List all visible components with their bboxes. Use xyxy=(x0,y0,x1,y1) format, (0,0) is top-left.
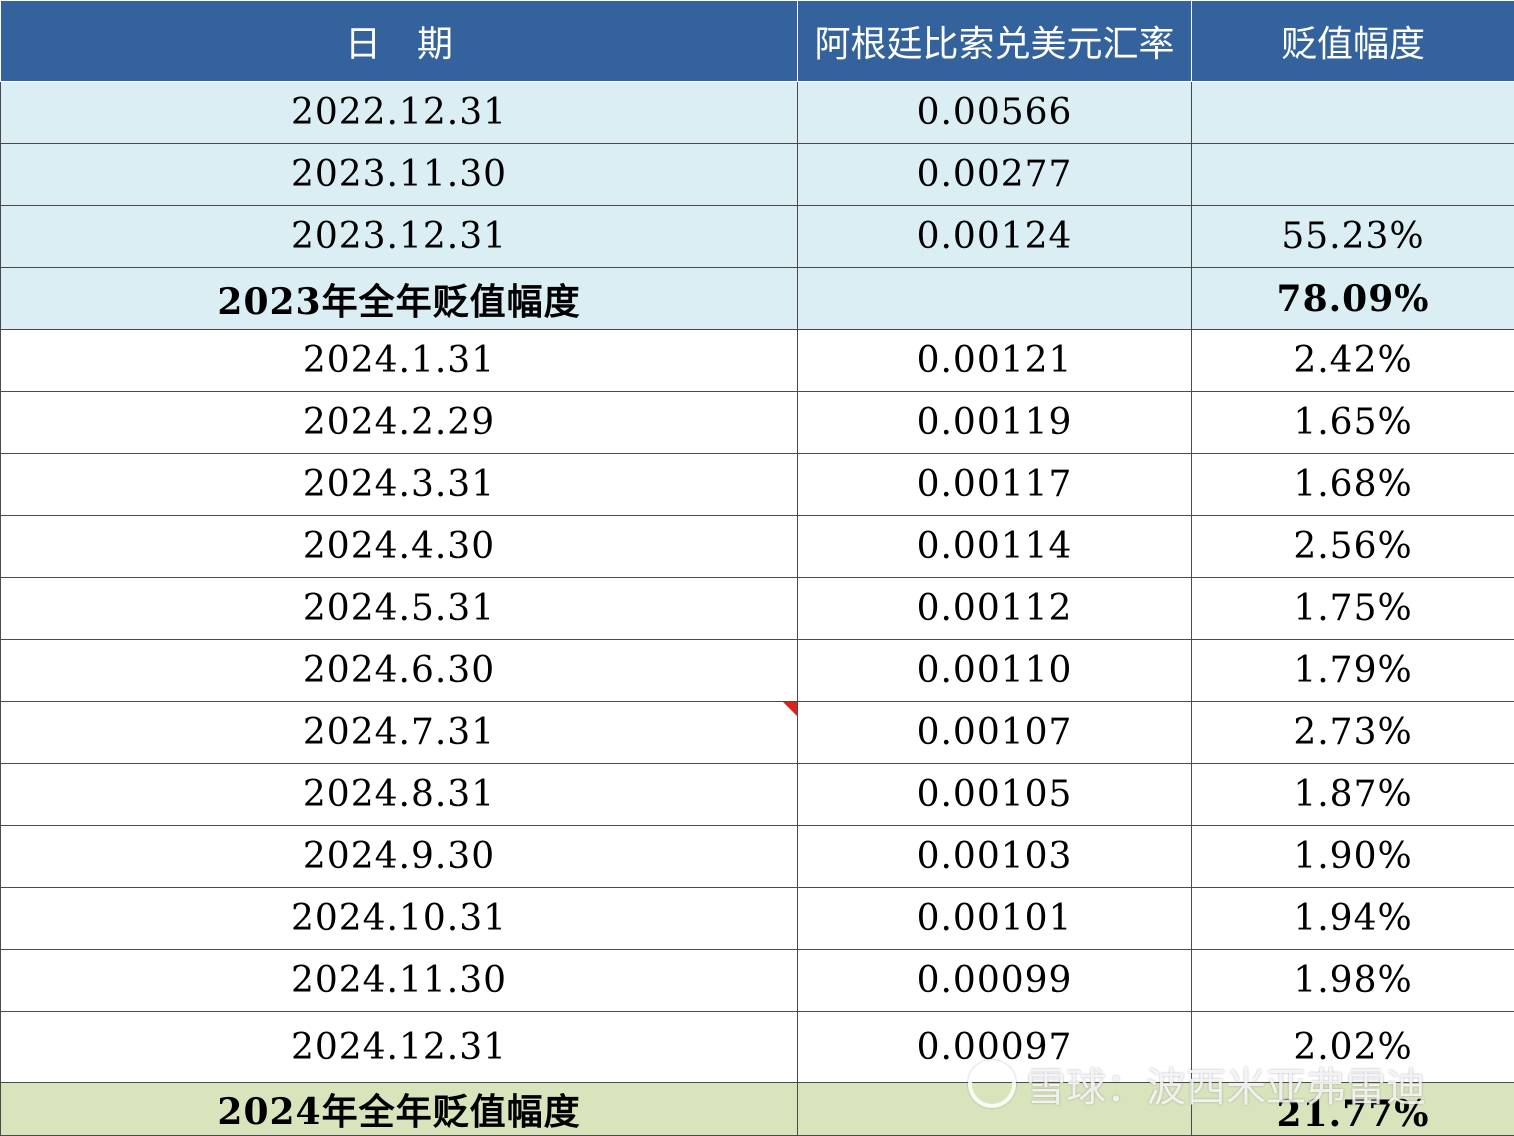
rate-cell[interactable]: 0.00114 xyxy=(798,516,1192,578)
table-row: 2024.6.30 0.00110 1.79% xyxy=(1,640,1514,702)
depreciation-cell[interactable]: 2.56% xyxy=(1192,516,1514,578)
rate-cell[interactable]: 0.00121 xyxy=(798,330,1192,392)
rate-cell[interactable]: 0.00097 xyxy=(798,1012,1192,1083)
depreciation-cell[interactable]: 1.79% xyxy=(1192,640,1514,702)
rate-cell[interactable]: 0.00099 xyxy=(798,950,1192,1012)
summary-row-2024: 2024年全年贬值幅度 21.77% xyxy=(1,1083,1514,1136)
depreciation-cell[interactable] xyxy=(1192,82,1514,144)
depreciation-cell[interactable]: 1.94% xyxy=(1192,888,1514,950)
table-row: 2024.7.31 0.00107 2.73% xyxy=(1,702,1514,764)
date-cell[interactable]: 2024.6.30 xyxy=(1,640,798,702)
rate-cell[interactable]: 0.00110 xyxy=(798,640,1192,702)
rate-cell[interactable] xyxy=(798,268,1192,330)
date-cell[interactable]: 2024.1.31 xyxy=(1,330,798,392)
depreciation-cell[interactable]: 1.90% xyxy=(1192,826,1514,888)
table-row: 2024.3.31 0.00117 1.68% xyxy=(1,454,1514,516)
table-row: 2024.9.30 0.00103 1.90% xyxy=(1,826,1514,888)
depreciation-cell[interactable]: 1.98% xyxy=(1192,950,1514,1012)
table-row: 2023.11.30 0.00277 xyxy=(1,144,1514,206)
date-cell[interactable]: 2024.5.31 xyxy=(1,578,798,640)
date-cell[interactable]: 2024.10.31 xyxy=(1,888,798,950)
table-row: 2023.12.31 0.00124 55.23% xyxy=(1,206,1514,268)
rate-cell[interactable]: 0.00105 xyxy=(798,764,1192,826)
rate-cell[interactable]: 0.00103 xyxy=(798,826,1192,888)
table-row: 2022.12.31 0.00566 xyxy=(1,82,1514,144)
date-cell[interactable]: 2023.11.30 xyxy=(1,144,798,206)
rate-cell[interactable] xyxy=(798,1083,1192,1136)
header-row: 日 期 阿根廷比索兑美元汇率 贬值幅度 xyxy=(1,1,1514,82)
header-date[interactable]: 日 期 xyxy=(1,1,798,82)
depreciation-cell[interactable]: 2.02% xyxy=(1192,1012,1514,1083)
table-row: 2024.10.31 0.00101 1.94% xyxy=(1,888,1514,950)
date-cell[interactable]: 2024.2.29 xyxy=(1,392,798,454)
header-depreciation[interactable]: 贬值幅度 xyxy=(1192,1,1514,82)
depreciation-cell[interactable]: 55.23% xyxy=(1192,206,1514,268)
depreciation-cell[interactable]: 1.87% xyxy=(1192,764,1514,826)
rate-cell[interactable]: 0.00119 xyxy=(798,392,1192,454)
rate-cell[interactable]: 0.00112 xyxy=(798,578,1192,640)
table-row: 2024.5.31 0.00112 1.75% xyxy=(1,578,1514,640)
summary-label-cell[interactable]: 2024年全年贬值幅度 xyxy=(1,1083,798,1136)
rate-cell[interactable]: 0.00124 xyxy=(798,206,1192,268)
date-cell[interactable]: 2024.11.30 xyxy=(1,950,798,1012)
depreciation-cell[interactable]: 1.75% xyxy=(1192,578,1514,640)
summary-label-cell[interactable]: 2023年全年贬值幅度 xyxy=(1,268,798,330)
date-cell[interactable]: 2024.12.31 xyxy=(1,1012,798,1083)
date-cell[interactable]: 2024.9.30 xyxy=(1,826,798,888)
summary-depreciation-cell[interactable]: 21.77% xyxy=(1192,1083,1514,1136)
date-cell[interactable]: 2024.3.31 xyxy=(1,454,798,516)
rate-cell[interactable]: 0.00277 xyxy=(798,144,1192,206)
date-cell[interactable]: 2024.8.31 xyxy=(1,764,798,826)
rate-cell[interactable]: 0.00117 xyxy=(798,454,1192,516)
table-row: 2024.4.30 0.00114 2.56% xyxy=(1,516,1514,578)
depreciation-cell[interactable]: 1.68% xyxy=(1192,454,1514,516)
summary-row-2023: 2023年全年贬值幅度 78.09% xyxy=(1,268,1514,330)
date-cell[interactable]: 2023.12.31 xyxy=(1,206,798,268)
table-row: 2024.1.31 0.00121 2.42% xyxy=(1,330,1514,392)
exchange-rate-table: 日 期 阿根廷比索兑美元汇率 贬值幅度 2022.12.31 0.00566 2… xyxy=(0,0,1514,1136)
depreciation-cell[interactable]: 1.65% xyxy=(1192,392,1514,454)
depreciation-cell[interactable]: 2.42% xyxy=(1192,330,1514,392)
table-row: 2024.11.30 0.00099 1.98% xyxy=(1,950,1514,1012)
comment-indicator-icon[interactable] xyxy=(783,702,797,716)
depreciation-cell[interactable]: 2.73% xyxy=(1192,702,1514,764)
date-cell[interactable]: 2024.4.30 xyxy=(1,516,798,578)
table-row: 2024.12.31 0.00097 2.02% xyxy=(1,1012,1514,1083)
summary-depreciation-cell[interactable]: 78.09% xyxy=(1192,268,1514,330)
table-row: 2024.2.29 0.00119 1.65% xyxy=(1,392,1514,454)
rate-cell[interactable]: 0.00101 xyxy=(798,888,1192,950)
date-cell[interactable]: 2024.7.31 xyxy=(1,702,798,764)
rate-cell[interactable]: 0.00107 xyxy=(798,702,1192,764)
rate-cell[interactable]: 0.00566 xyxy=(798,82,1192,144)
header-exchange-rate[interactable]: 阿根廷比索兑美元汇率 xyxy=(798,1,1192,82)
table-row: 2024.8.31 0.00105 1.87% xyxy=(1,764,1514,826)
depreciation-cell[interactable] xyxy=(1192,144,1514,206)
date-cell[interactable]: 2022.12.31 xyxy=(1,82,798,144)
